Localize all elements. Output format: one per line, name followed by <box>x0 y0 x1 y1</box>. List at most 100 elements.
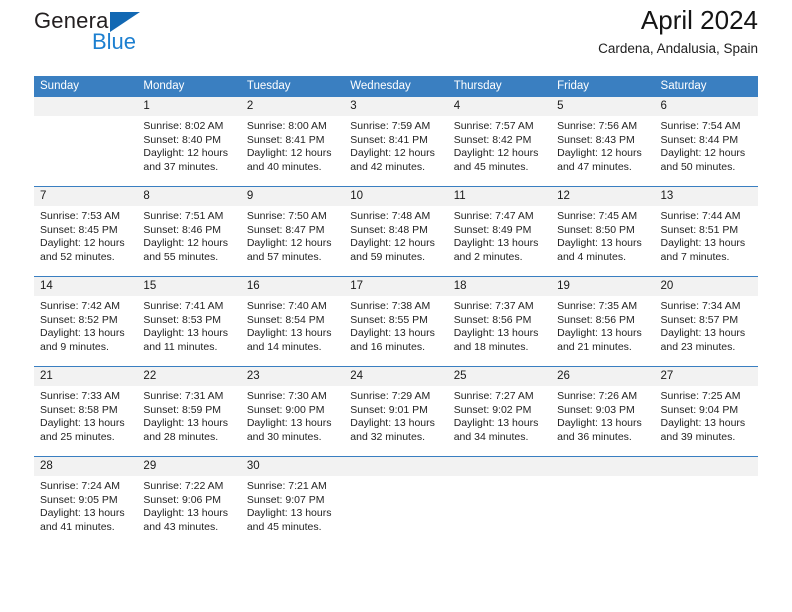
day-cell[interactable]: Sunrise: 7:48 AM Sunset: 8:48 PM Daylight:… <box>344 206 447 276</box>
day-number[interactable]: 18 <box>448 277 551 296</box>
day-number[interactable]: 3 <box>344 97 447 116</box>
day-number[interactable]: 25 <box>448 367 551 386</box>
day-detail-band: Sunrise: 8:02 AM Sunset: 8:40 PM Daylight:… <box>34 116 758 186</box>
day-number[interactable]: 10 <box>344 187 447 206</box>
day-number[interactable]: 17 <box>344 277 447 296</box>
day-number[interactable]: 6 <box>655 97 758 116</box>
day-detail-line: Sunset: 9:07 PM <box>246 493 325 506</box>
day-cell[interactable]: Sunrise: 7:44 AM Sunset: 8:51 PM Daylight:… <box>655 206 758 276</box>
day-detail-line: Daylight: 12 hours <box>246 147 332 160</box>
day-cell[interactable]: Sunrise: 7:25 AM Sunset: 9:04 PM Daylight:… <box>655 386 758 456</box>
day-cell[interactable]: Sunrise: 7:38 AM Sunset: 8:55 PM Daylight:… <box>344 296 447 366</box>
day-number[interactable]: 24 <box>344 367 447 386</box>
day-detail-line: Sunset: 8:40 PM <box>143 133 222 146</box>
day-detail-line: Sunrise: 7:33 AM <box>40 390 120 402</box>
day-number[interactable]: 29 <box>137 457 240 476</box>
day-detail-line: and 7 minutes. <box>660 250 730 263</box>
day-number[interactable]: 26 <box>551 367 654 386</box>
day-cell[interactable]: Sunrise: 7:42 AM Sunset: 8:52 PM Daylight:… <box>34 296 137 366</box>
day-number[interactable]: 16 <box>241 277 344 296</box>
day-number[interactable]: 21 <box>34 367 137 386</box>
day-detail-line: Sunrise: 7:57 AM <box>453 120 534 132</box>
day-number-band: 123456 <box>34 97 758 116</box>
calendar-weeks: 1 2 3 4 5 6 Sunrise: 8:02 AM Sunset: 8:40 PM Day… <box>34 97 758 546</box>
day-cell[interactable]: Sunrise: 7:24 AM Sunset: 9:05 PM Daylight:… <box>34 476 137 546</box>
day-number[interactable]: 2 <box>241 97 344 116</box>
day-number[interactable]: 1 <box>137 97 240 116</box>
day-cell[interactable]: Sunrise: 7:33 AM Sunset: 8:58 PM Daylight:… <box>34 386 137 456</box>
day-number[interactable]: 9 <box>241 187 344 206</box>
day-cell[interactable]: Sunrise: 7:56 AM Sunset: 8:43 PM Daylight:… <box>551 116 654 186</box>
day-cell[interactable]: Sunrise: 7:31 AM Sunset: 8:59 PM Daylight:… <box>137 386 240 456</box>
day-detail-line: Daylight: 13 hours <box>660 327 746 340</box>
day-cell[interactable]: Sunrise: 7:54 AM Sunset: 8:44 PM Daylight:… <box>655 116 758 186</box>
day-detail-line: Daylight: 13 hours <box>557 327 642 340</box>
day-number-band: 28 29 30 <box>34 457 758 476</box>
day-number[interactable]: 23 <box>241 367 344 386</box>
day-cell-empty <box>448 476 551 546</box>
day-detail-line: Daylight: 12 hours <box>350 237 435 250</box>
brand-logo[interactable]: General Blue <box>34 0 294 64</box>
day-number[interactable]: 8 <box>137 187 240 206</box>
day-cell[interactable]: Sunrise: 7:50 AM Sunset: 8:47 PM Daylight:… <box>241 206 344 276</box>
day-detail-line: and 39 minutes. <box>660 430 736 443</box>
calendar-week-row: 28 29 30 Sunrise: 7:24 AM Sunset: 9:05 PM Day… <box>34 456 758 546</box>
day-number[interactable]: 12 <box>551 187 654 206</box>
day-detail-line: Sunrise: 7:29 AM <box>350 390 431 402</box>
day-detail-line: and 59 minutes. <box>350 250 425 263</box>
day-detail-line: Sunset: 8:44 PM <box>660 133 739 146</box>
day-cell[interactable]: Sunrise: 7:37 AM Sunset: 8:56 PM Daylight:… <box>448 296 551 366</box>
day-number[interactable]: 5 <box>551 97 654 116</box>
day-cell[interactable]: Sunrise: 7:57 AM Sunset: 8:42 PM Daylight:… <box>448 116 551 186</box>
day-detail-line: Sunrise: 7:31 AM <box>143 390 224 402</box>
day-detail-line: Sunrise: 7:54 AM <box>660 120 741 132</box>
day-detail-line: Sunset: 8:46 PM <box>143 223 222 236</box>
day-detail-line: Sunrise: 8:02 AM <box>143 120 224 132</box>
day-cell[interactable]: Sunrise: 7:30 AM Sunset: 9:00 PM Daylight:… <box>241 386 344 456</box>
day-number[interactable]: 14 <box>34 277 137 296</box>
day-cell[interactable]: Sunrise: 7:41 AM Sunset: 8:53 PM Daylight:… <box>137 296 240 366</box>
day-detail-line: Sunrise: 7:44 AM <box>660 210 741 222</box>
day-cell[interactable]: Sunrise: 7:53 AM Sunset: 8:45 PM Daylight:… <box>34 206 137 276</box>
day-detail-line: Sunrise: 7:25 AM <box>660 390 741 402</box>
day-number[interactable]: 7 <box>34 187 137 206</box>
day-cell[interactable]: Sunrise: 7:35 AM Sunset: 8:56 PM Daylight:… <box>551 296 654 366</box>
day-cell[interactable]: Sunrise: 7:21 AM Sunset: 9:07 PM Daylight:… <box>241 476 344 546</box>
day-detail-line: Sunset: 8:57 PM <box>660 313 739 326</box>
day-number-empty <box>551 457 654 476</box>
day-number[interactable]: 30 <box>241 457 344 476</box>
day-cell[interactable]: Sunrise: 7:51 AM Sunset: 8:46 PM Daylight:… <box>137 206 240 276</box>
day-number[interactable]: 4 <box>448 97 551 116</box>
day-detail-line: Sunrise: 7:22 AM <box>143 480 224 492</box>
day-cell[interactable]: Sunrise: 7:40 AM Sunset: 8:54 PM Daylight:… <box>241 296 344 366</box>
day-number[interactable]: 22 <box>137 367 240 386</box>
day-detail-line: Sunset: 8:52 PM <box>40 313 118 326</box>
day-detail-line: Sunset: 8:58 PM <box>40 403 118 416</box>
day-number[interactable]: 27 <box>655 367 758 386</box>
day-number-band: 21 22 23 24 25 26 27 <box>34 367 758 386</box>
day-number[interactable]: 13 <box>655 187 758 206</box>
day-number[interactable]: 11 <box>448 187 551 206</box>
day-detail-band: Sunrise: 7:33 AM Sunset: 8:58 PM Daylight:… <box>34 386 758 456</box>
day-number[interactable]: 20 <box>655 277 758 296</box>
day-cell[interactable]: Sunrise: 7:47 AM Sunset: 8:49 PM Daylight:… <box>448 206 551 276</box>
day-cell[interactable]: Sunrise: 7:45 AM Sunset: 8:50 PM Daylight:… <box>551 206 654 276</box>
day-number[interactable]: 28 <box>34 457 137 476</box>
day-number[interactable]: 19 <box>551 277 654 296</box>
day-number[interactable]: 15 <box>137 277 240 296</box>
day-cell[interactable]: Sunrise: 7:27 AM Sunset: 9:02 PM Daylight:… <box>448 386 551 456</box>
day-cell[interactable]: Sunrise: 7:59 AM Sunset: 8:41 PM Daylight:… <box>344 116 447 186</box>
brand-name-blue: Blue <box>92 29 137 54</box>
day-cell[interactable]: Sunrise: 7:22 AM Sunset: 9:06 PM Daylight:… <box>137 476 240 546</box>
day-cell[interactable]: Sunrise: 8:00 AM Sunset: 8:41 PM Daylight:… <box>241 116 344 186</box>
day-detail-line: and 40 minutes. <box>246 160 322 173</box>
day-detail-line: Sunset: 8:56 PM <box>557 313 635 326</box>
day-number-band: 14 15 16 17 18 19 20 <box>34 277 758 296</box>
calendar-page: General Blue April 2024 Cardena, Andalus… <box>0 0 792 612</box>
day-cell[interactable]: Sunrise: 8:02 AM Sunset: 8:40 PM Daylight:… <box>137 116 240 186</box>
day-cell[interactable]: Sunrise: 7:34 AM Sunset: 8:57 PM Daylight:… <box>655 296 758 366</box>
day-detail-line: Daylight: 13 hours <box>246 417 332 430</box>
day-cell[interactable]: Sunrise: 7:26 AM Sunset: 9:03 PM Daylight:… <box>551 386 654 456</box>
calendar-grid: Sunday Monday Tuesday Wednesday Thursday Frid… <box>34 76 758 546</box>
day-cell[interactable]: Sunrise: 7:29 AM Sunset: 9:01 PM Daylight:… <box>344 386 447 456</box>
